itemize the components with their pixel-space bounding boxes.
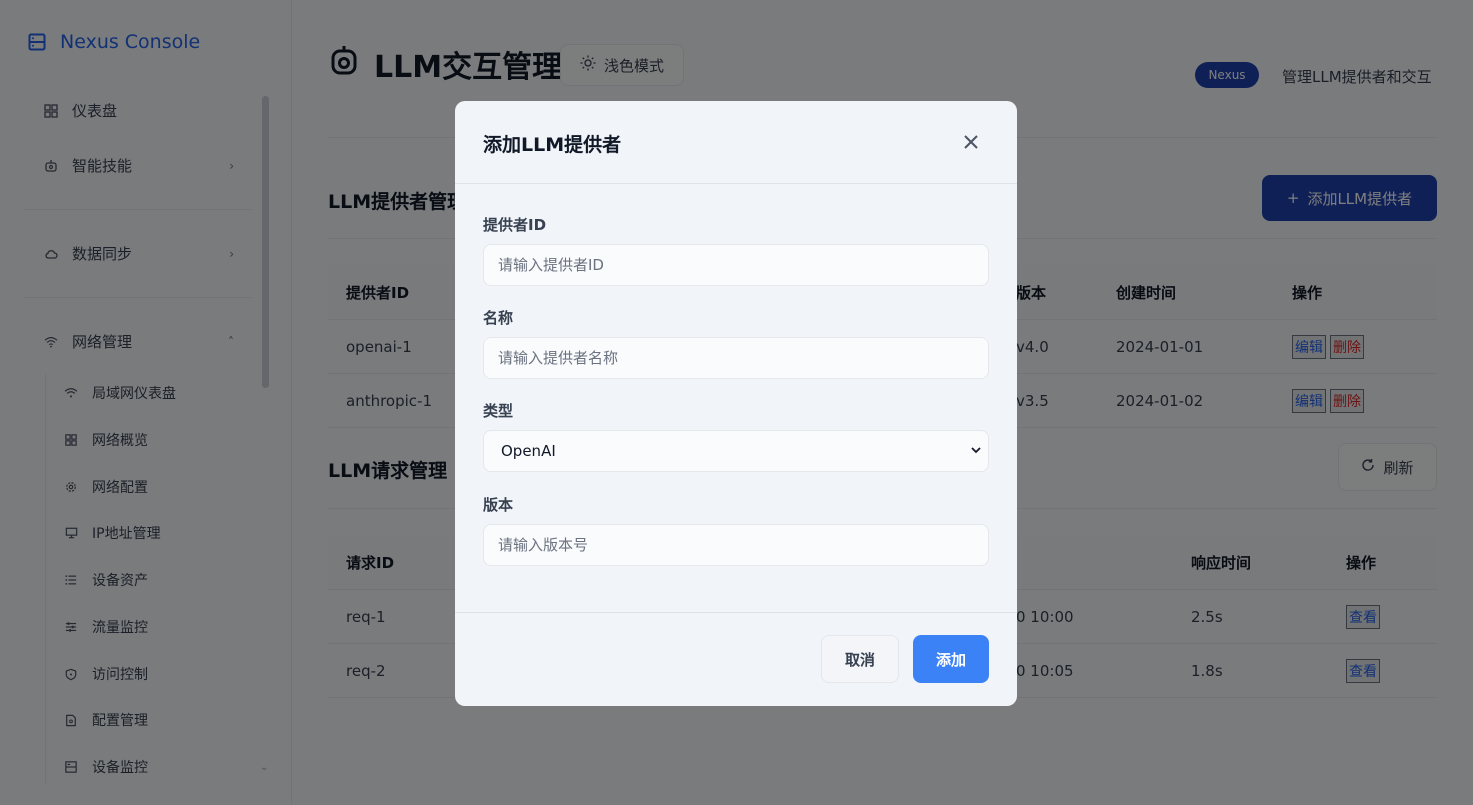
provider-id-input[interactable]	[483, 244, 989, 286]
modal-title: 添加LLM提供者	[483, 134, 622, 156]
add-button[interactable]: 添加	[913, 635, 989, 683]
type-select[interactable]: OpenAI	[483, 430, 989, 472]
modal-divider	[455, 183, 1017, 184]
chevron-down-icon	[971, 443, 981, 457]
type-label: 类型	[483, 402, 514, 420]
version-label: 版本	[483, 496, 514, 514]
modal-divider	[455, 612, 1017, 613]
close-icon[interactable]	[961, 132, 981, 152]
cancel-button[interactable]: 取消	[821, 635, 899, 683]
name-input[interactable]	[483, 337, 989, 379]
name-label: 名称	[483, 309, 514, 327]
add-provider-modal: 添加LLM提供者 提供者ID 名称 类型 OpenAI 版本 取消 添加	[455, 101, 1017, 706]
version-input[interactable]	[483, 524, 989, 566]
provider-id-label: 提供者ID	[483, 216, 547, 234]
